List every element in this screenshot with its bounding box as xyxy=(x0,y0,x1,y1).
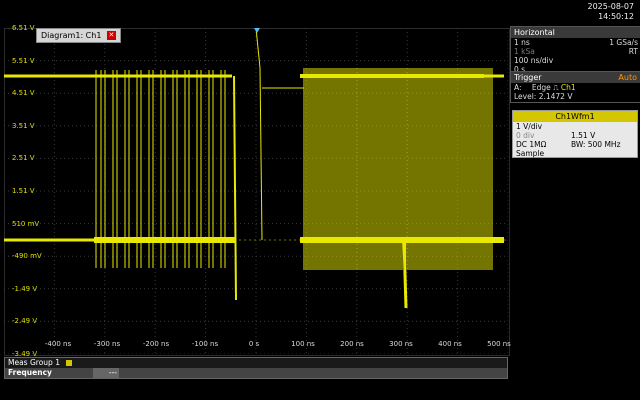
trigger-header: Trigger Auto xyxy=(511,72,640,83)
horizontal-row2: 1 kSa RT xyxy=(511,47,640,56)
y-tick-label: 1.51 V xyxy=(12,187,35,195)
trigger-level: Level: 2.1472 V xyxy=(514,92,573,101)
vertical-scale: 1 V/div xyxy=(516,122,543,131)
meas-param-row: Frequency --- xyxy=(5,368,507,378)
x-tick-label: 200 ns xyxy=(340,340,364,348)
y-tick-label: 6.51 V xyxy=(12,24,35,32)
y-tick-label: 510 mV xyxy=(12,219,40,228)
trigger-title: Trigger xyxy=(514,73,542,82)
horizontal-panel[interactable]: Horizontal 1 ns 1 GSa/s 1 kSa RT 100 ns/… xyxy=(510,26,640,74)
trigger-prefix: A: xyxy=(514,83,522,92)
trigger-type: Edge xyxy=(531,83,551,92)
offset-row: 0 div 1.51 V xyxy=(513,131,637,140)
x-tick-label: -200 ns xyxy=(142,340,170,348)
x-tick-label: 300 ns xyxy=(389,340,413,348)
y-tick-label: 3.51 V xyxy=(12,121,35,130)
record-length-text: 1 kSa xyxy=(514,47,535,56)
timebase-text: 100 ns/div xyxy=(514,56,554,65)
x-tick-label: -300 ns xyxy=(93,340,121,348)
meas-value: --- xyxy=(93,368,119,378)
ch1-trace xyxy=(4,28,504,309)
time-text: 14:50:12 xyxy=(598,12,634,21)
tab-label: Diagram1: Ch1 xyxy=(41,31,102,40)
rising-edge-icon: ⎍ xyxy=(553,83,559,92)
coupling-text: DC 1MΩ xyxy=(516,140,547,149)
coupling-row: DC 1MΩ BW: 500 MHz xyxy=(513,140,637,149)
x-tick-label: -100 ns xyxy=(191,340,219,348)
y-tick-label: -2.49 V xyxy=(12,317,38,326)
meas-param-label: Frequency xyxy=(8,368,52,377)
x-tick-label: 0 s xyxy=(248,340,260,348)
trigger-mode: Auto xyxy=(618,73,637,82)
meas-group-row: Meas Group 1 xyxy=(5,358,507,368)
x-tick-label: 400 ns xyxy=(438,340,462,348)
measurement-panel[interactable]: Meas Group 1 Frequency --- xyxy=(4,357,508,379)
x-tick-label: -400 ns xyxy=(44,340,72,348)
waveform-plot xyxy=(4,28,508,354)
channel-badge-icon xyxy=(66,360,73,366)
date-text: 2025-08-07 xyxy=(587,2,635,11)
y-tick-label: 4.51 V xyxy=(12,89,35,98)
x-tick-label: 500 ns xyxy=(487,340,511,348)
sample-rate-text: 1 GSa/s xyxy=(609,38,638,47)
y-tick-label: -1.49 V xyxy=(12,284,38,293)
x-tick-label: 100 ns xyxy=(291,340,315,348)
offset-value: 1.51 V xyxy=(571,131,596,140)
horizontal-title: Horizontal xyxy=(511,27,640,38)
y-tick-label: 5.51 V xyxy=(12,56,35,65)
acquisition-mode: Sample xyxy=(516,149,545,158)
tab-diagram1[interactable]: Diagram1: Ch1 ✕ xyxy=(36,28,121,43)
y-tick-label: 2.51 V xyxy=(12,154,35,163)
rt-text: RT xyxy=(628,47,638,56)
close-icon[interactable]: ✕ xyxy=(106,31,116,40)
meas-group-label: Meas Group 1 xyxy=(8,358,60,367)
resolution-text: 1 ns xyxy=(514,38,530,47)
trigger-panel[interactable]: Trigger Auto A: Edge ⎍ Ch1 Level: 2.1472… xyxy=(510,71,640,103)
horizontal-row1: 1 ns 1 GSa/s xyxy=(511,38,640,47)
y-tick-label: -490 mV xyxy=(12,252,42,261)
waveform-title: Ch1Wfm1 xyxy=(513,111,637,122)
bandwidth-text: BW: 500 MHz xyxy=(571,140,621,149)
trigger-channel: Ch1 xyxy=(560,83,576,92)
trigger-source-row: A: Edge ⎍ Ch1 xyxy=(511,83,640,92)
ch1-waveform-panel[interactable]: Ch1Wfm1 1 V/div 0 div 1.51 V DC 1MΩ BW: … xyxy=(512,110,638,158)
datetime-display: 2025-08-07 14:50:12 xyxy=(588,2,635,22)
offset-label: 0 div xyxy=(516,131,535,140)
trigger-position-marker xyxy=(254,28,260,33)
